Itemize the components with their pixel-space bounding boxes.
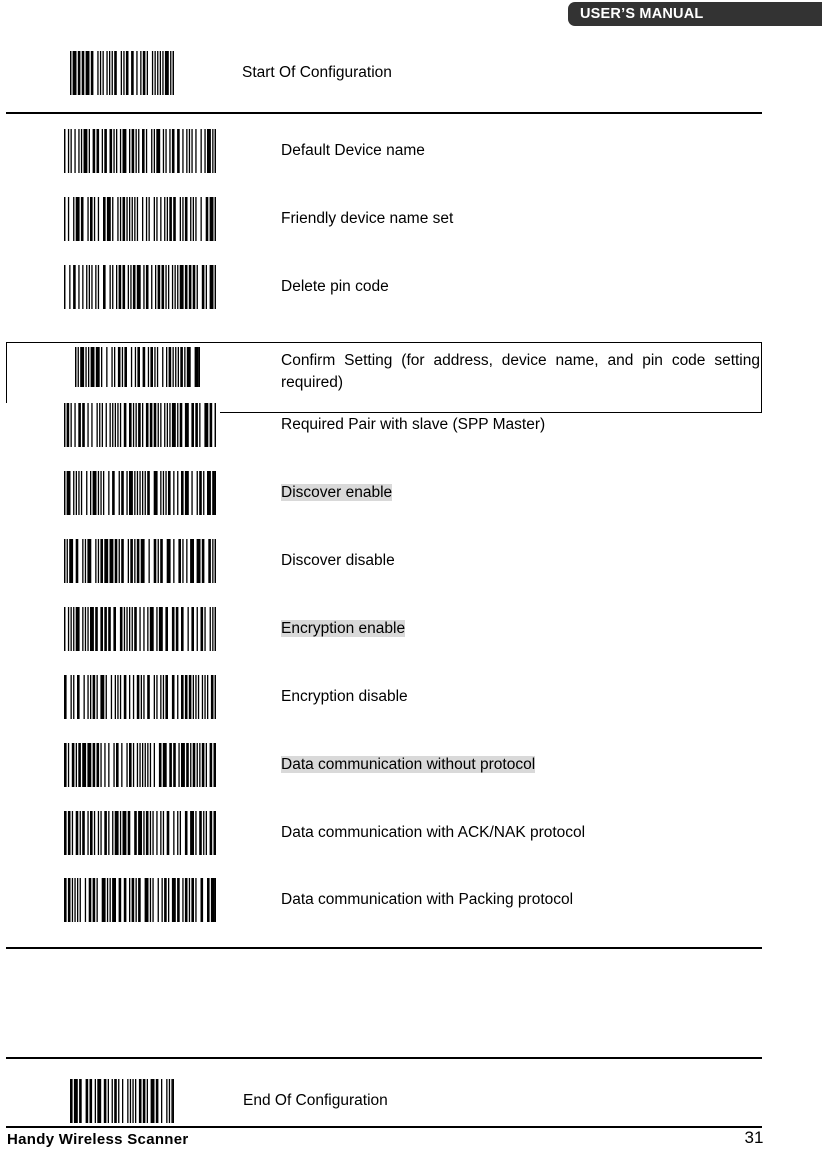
row-encryption-enable: Encryption enable	[0, 606, 822, 652]
barcode-default-device-name[interactable]	[0, 129, 220, 173]
barcode-data-communication-with-ack-nak-protocol[interactable]	[0, 811, 220, 855]
barcode-encryption-enable[interactable]	[0, 607, 220, 651]
row-required-pair-with-slave: Required Pair with slave (SPP Master)	[0, 402, 822, 448]
label-discover-enable: Discover enable	[281, 483, 822, 504]
barcode-end-of-configuration[interactable]	[0, 1079, 178, 1123]
barcode-cell	[0, 675, 278, 719]
barcode-confirm-setting[interactable]	[74, 347, 204, 387]
divider-bottom	[6, 947, 762, 949]
barcode-delete-pin-code[interactable]	[0, 265, 220, 309]
divider-top	[6, 112, 762, 114]
barcode-cell	[0, 1079, 278, 1123]
row-data-communication-with-packing-protocol: Data communication with Packing protocol	[0, 877, 822, 923]
label-confirm-setting: Confirm Setting (for address, device nam…	[281, 352, 760, 391]
barcode-cell	[0, 471, 278, 515]
manual-header-title: USER’S MANUAL	[580, 6, 704, 22]
barcode-cell	[0, 129, 278, 173]
row-friendly-device-name-set: Friendly device name set	[0, 196, 822, 242]
barcode-discover-enable[interactable]	[0, 471, 220, 515]
label-text-highlighted: Data communication without protocol	[281, 755, 536, 773]
label-text-highlighted: Encryption enable	[281, 619, 406, 637]
divider-end-section	[6, 1057, 762, 1059]
barcode-cell	[0, 811, 278, 855]
row-encryption-disable: Encryption disable	[0, 674, 822, 720]
footer-page-number: 31	[744, 1128, 764, 1147]
label-friendly-device-name-set: Friendly device name set	[281, 209, 454, 227]
row-delete-pin-code: Delete pin code	[0, 264, 822, 310]
label-data-communication-without-protocol: Data communication without protocol	[281, 755, 822, 776]
row-data-communication-without-protocol: Data communication without protocol	[0, 742, 822, 788]
footer-divider	[6, 1126, 762, 1128]
label-start-of-configuration: Start Of Configuration	[242, 63, 392, 81]
barcode-cell	[0, 51, 278, 95]
row-data-communication-with-ack-nak-protocol: Data communication with ACK/NAK protocol	[0, 810, 822, 856]
label-delete-pin-code: Delete pin code	[281, 277, 389, 295]
barcode-cell	[0, 403, 278, 447]
label-encryption-disable: Encryption disable	[281, 687, 408, 705]
row-discover-disable: Discover disable	[0, 538, 822, 584]
barcode-data-communication-with-packing-protocol[interactable]	[0, 878, 220, 922]
label-end-of-configuration: End Of Configuration	[243, 1091, 388, 1109]
barcode-friendly-device-name-set[interactable]	[0, 197, 220, 241]
row-end-of-configuration: End Of Configuration	[0, 1078, 822, 1124]
label-required-pair-with-slave: Required Pair with slave (SPP Master)	[281, 415, 546, 433]
barcode-cell	[0, 342, 278, 387]
row-default-device-name: Default Device name	[0, 128, 822, 174]
barcode-cell	[0, 197, 278, 241]
barcode-required-pair-with-slave[interactable]	[0, 403, 220, 447]
barcode-cell	[0, 878, 278, 922]
row-start-of-configuration: Start Of Configuration	[0, 50, 822, 96]
label-data-communication-with-packing-protocol: Data communication with Packing protocol	[281, 890, 574, 908]
barcode-cell	[0, 265, 278, 309]
barcode-encryption-disable[interactable]	[0, 675, 220, 719]
label-encryption-enable: Encryption enable	[281, 619, 822, 640]
manual-header-bar: USER’S MANUAL	[568, 2, 822, 26]
label-data-communication-with-ack-nak-protocol: Data communication with ACK/NAK protocol	[281, 823, 586, 841]
barcode-start-of-configuration[interactable]	[0, 51, 178, 95]
barcode-cell	[0, 743, 278, 787]
label-default-device-name: Default Device name	[281, 141, 425, 159]
barcode-cell	[0, 539, 278, 583]
barcode-data-communication-without-protocol[interactable]	[0, 743, 220, 787]
label-text-highlighted: Discover enable	[281, 483, 393, 501]
label-discover-disable: Discover disable	[281, 551, 395, 569]
row-discover-enable: Discover enable	[0, 470, 822, 516]
barcode-cell	[0, 607, 278, 651]
barcode-discover-disable[interactable]	[0, 539, 220, 583]
footer-product-name: Handy Wireless Scanner	[7, 1131, 189, 1148]
